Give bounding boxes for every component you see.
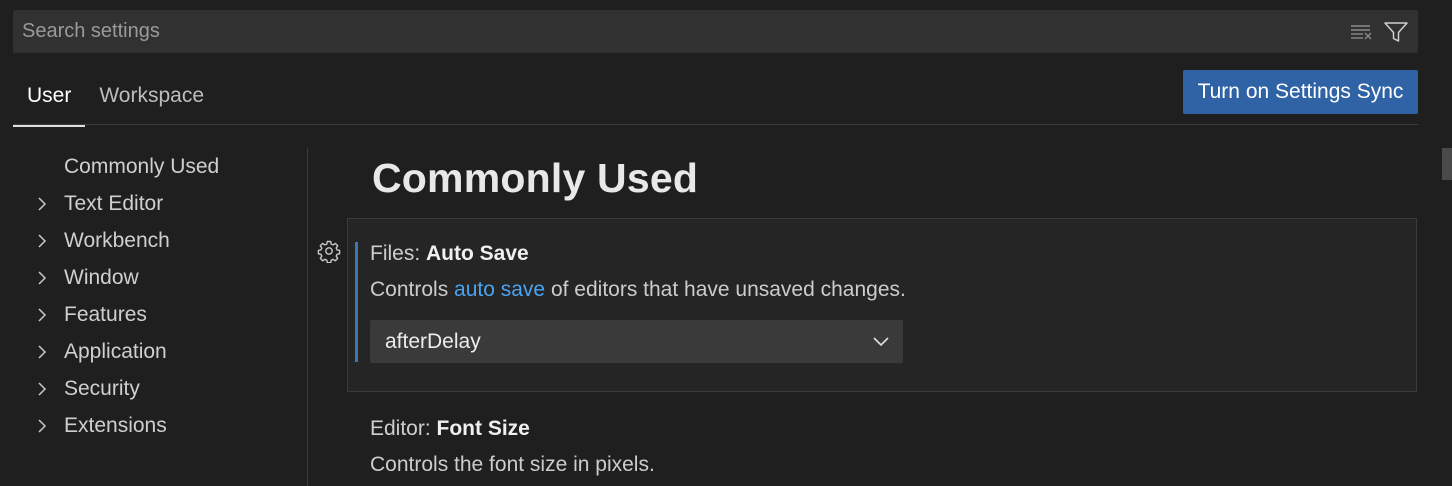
search-input[interactable]	[13, 10, 1351, 53]
chevron-right-icon[interactable]	[30, 333, 64, 370]
setting-title: Editor: Font Size	[370, 417, 530, 441]
setting-description: Controls the font size in pixels.	[370, 453, 655, 477]
setting-title: Files: Auto Save	[370, 242, 529, 266]
toc-item-label: Security	[64, 376, 140, 400]
focus-indicator	[355, 242, 358, 362]
toc-divider	[307, 148, 308, 486]
toc-item-label: Features	[64, 302, 147, 326]
settings-editor: User Workspace Turn on Settings Sync Com…	[0, 0, 1452, 486]
setting-description: Controls auto save of editors that have …	[370, 278, 906, 302]
toc-item-features[interactable]: Features	[30, 296, 306, 333]
toc-item-label: Commonly Used	[64, 154, 220, 178]
clear-filter-icon[interactable]	[1349, 19, 1375, 45]
chevron-right-icon[interactable]	[30, 222, 64, 259]
scrollbar[interactable]	[1441, 145, 1452, 486]
toc-item-text-editor[interactable]: Text Editor	[30, 185, 306, 222]
setting-name: Auto Save	[426, 242, 529, 265]
chevron-right-icon[interactable]	[30, 370, 64, 407]
section-title: Commonly Used	[372, 155, 699, 201]
scope-tabs: User Workspace	[13, 72, 218, 127]
chevron-down-icon	[872, 332, 890, 350]
toc-item-application[interactable]: Application	[30, 333, 306, 370]
toc-item-commonly-used[interactable]: Commonly Used	[30, 148, 306, 185]
filter-icon[interactable]	[1383, 19, 1409, 45]
dropdown-value: afterDelay	[385, 329, 481, 353]
toc-item-security[interactable]: Security	[30, 370, 306, 407]
description-text: of editors that have unsaved changes.	[545, 278, 906, 301]
toc-item-window[interactable]: Window	[30, 259, 306, 296]
chevron-right-icon[interactable]	[30, 185, 64, 222]
settings-sync-button[interactable]: Turn on Settings Sync	[1183, 70, 1418, 114]
toc-item-label: Application	[64, 339, 167, 363]
toc-item-label: Workbench	[64, 228, 170, 252]
toc-item-workbench[interactable]: Workbench	[30, 222, 306, 259]
setting-name: Font Size	[436, 417, 530, 440]
tab-workspace[interactable]: Workspace	[85, 72, 218, 125]
toc-spacer	[30, 148, 64, 185]
chevron-right-icon[interactable]	[30, 296, 64, 333]
scrollbar-thumb[interactable]	[1442, 148, 1452, 180]
setting-category: Editor:	[370, 417, 437, 440]
settings-toc: Commonly Used Text Editor Workbench Wind…	[30, 148, 306, 444]
setting-category: Files:	[370, 242, 427, 265]
search-bar	[13, 10, 1418, 53]
description-text: Controls the font size in pixels.	[370, 453, 655, 476]
toc-item-label: Window	[64, 265, 139, 289]
tabs-divider	[13, 124, 1418, 125]
description-text: Controls	[370, 278, 455, 301]
chevron-right-icon[interactable]	[30, 407, 64, 444]
chevron-right-icon[interactable]	[30, 259, 64, 296]
tab-user[interactable]: User	[13, 72, 86, 127]
toc-item-label: Text Editor	[64, 191, 164, 215]
toc-item-extensions[interactable]: Extensions	[30, 407, 306, 444]
auto-save-link[interactable]: auto save	[454, 278, 545, 301]
toc-item-label: Extensions	[64, 413, 167, 437]
gear-icon[interactable]	[317, 239, 341, 264]
auto-save-dropdown[interactable]: afterDelay	[370, 320, 903, 363]
